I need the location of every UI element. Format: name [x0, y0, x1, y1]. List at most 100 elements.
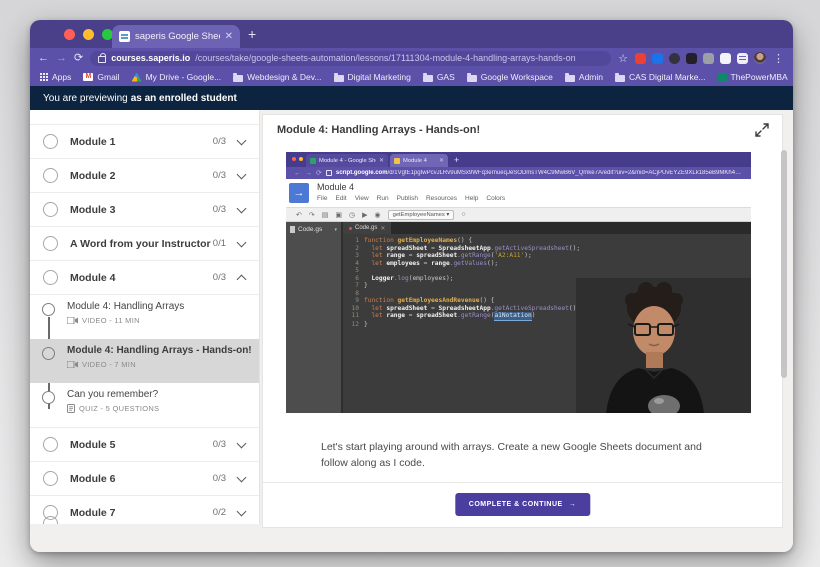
forward-icon[interactable]: → — [56, 53, 67, 64]
sidebar-item-module-6[interactable]: Module 6 0/3 — [30, 462, 259, 496]
extension-icon[interactable] — [635, 53, 646, 64]
bookmark-gmail[interactable]: MGmail — [83, 72, 119, 82]
bookmark-folder[interactable]: Admin — [565, 72, 603, 82]
sidebar-item-module-7[interactable]: Module 7 0/2 — [30, 496, 259, 524]
menu-help: Help — [465, 195, 478, 202]
folder-icon — [467, 75, 477, 82]
browser-titlebar: saperis Google Sheets automa ✕ + — [30, 20, 793, 48]
extension-icon[interactable] — [652, 53, 663, 64]
sidebar-item-instructor-word[interactable]: A Word from your Instructor 0/1 — [30, 227, 259, 261]
gmail-icon: M — [83, 73, 93, 81]
code-line: 2 let spreadSheet = SpreadsheetApp.getAc… — [343, 245, 751, 253]
video-icon — [67, 361, 78, 368]
unsaved-dot-icon — [349, 227, 352, 230]
folder-icon — [565, 75, 575, 82]
video-player[interactable]: Module 4 - Google Sheets ✕ Module 4 ✕ + … — [286, 152, 751, 413]
bookmark-powermba[interactable]: ThePowerMBA — [718, 72, 788, 82]
preview-banner: You are previewing as an enrolled studen… — [30, 86, 793, 110]
folder-icon — [423, 75, 433, 82]
lesson-progress-circle-icon — [42, 347, 55, 360]
bookmark-drive[interactable]: My Drive - Google... — [132, 72, 222, 82]
progress-circle-icon — [43, 202, 58, 217]
sidebar-item-module-5[interactable]: Module 5 0/3 — [30, 428, 259, 462]
recorded-minimize-icon — [299, 157, 303, 161]
debug-icon: ◉ — [375, 211, 381, 219]
bookmark-folder[interactable]: Webdesign & Dev... — [233, 72, 321, 82]
chevron-down-icon[interactable] — [237, 203, 247, 213]
recorded-tab-script: Module 4 ✕ — [390, 154, 448, 167]
progress-circle-icon — [43, 236, 58, 251]
chevron-up-icon[interactable] — [237, 274, 247, 284]
sidebar-item-module-4[interactable]: Module 4 0/3 — [30, 261, 259, 295]
menu-resources: Resources — [426, 195, 457, 202]
script-menu-bar: File Edit View Run Publish Resources Hel… — [317, 195, 505, 202]
code-line: 4 let employees = range.getValues(); — [343, 260, 751, 268]
chevron-down-icon[interactable] — [237, 135, 247, 145]
minimize-window-button[interactable] — [83, 29, 94, 40]
extension-icon[interactable] — [737, 53, 748, 64]
bookmark-folder[interactable]: Digital Marketing — [334, 72, 411, 82]
curriculum-sidebar: Module 1 0/3 Module 2 0/3 Module 3 0/3 — [30, 110, 260, 524]
close-window-button[interactable] — [64, 29, 75, 40]
apps-script-header: → Module 4 File Edit View Run Publish Re… — [286, 179, 751, 207]
reload-icon[interactable]: ⟳ — [74, 53, 83, 64]
file-item-codegs: Code.gs ▾ — [286, 222, 341, 233]
lesson-handling-arrays-hands-on[interactable]: Module 4: Handling Arrays - Hands-on! VI… — [30, 339, 259, 383]
profile-avatar[interactable] — [754, 52, 766, 64]
lesson-meta: QUIZ - 5 QUESTIONS — [79, 404, 159, 413]
bookmark-apps[interactable]: Apps — [40, 72, 71, 82]
chrome-menu-icon[interactable]: ⋮ — [773, 52, 785, 65]
apps-script-icon — [394, 158, 400, 164]
sidebar-item-module-2[interactable]: Module 2 0/3 — [30, 159, 259, 193]
bookmark-folder[interactable]: GAS — [423, 72, 455, 82]
tab-title: saperis Google Sheets automa — [135, 31, 220, 42]
bookmark-folder[interactable]: CAS Digital Marke... — [615, 72, 706, 82]
tab-favicon-icon — [119, 31, 130, 42]
progress-count: 0/3 — [213, 272, 226, 283]
progress-circle-icon — [43, 437, 58, 452]
extension-icon[interactable] — [686, 53, 697, 64]
menu-edit: Edit — [335, 195, 346, 202]
history-icon: ◷ — [349, 211, 355, 219]
extension-icon[interactable] — [703, 53, 714, 64]
script-logo-icon: → — [289, 183, 309, 203]
course-page: Module 1 0/3 Module 2 0/3 Module 3 0/3 — [30, 110, 793, 552]
editor-tab-codegs: Code.gs ✕ — [343, 222, 391, 234]
extensions-puzzle-icon[interactable] — [720, 53, 731, 64]
lesson-card: Module 4: Handling Arrays - Hands-on! — [262, 114, 783, 528]
lesson-description: Let's start playing around with arrays. … — [321, 439, 723, 472]
lesson-handling-arrays[interactable]: Module 4: Handling Arrays VIDEO - 11 MIN — [30, 295, 259, 339]
save-icon: ▣ — [335, 211, 342, 219]
progress-count: 0/3 — [213, 439, 226, 450]
chevron-down-icon[interactable] — [237, 169, 247, 179]
new-tab-button[interactable]: + — [248, 26, 256, 42]
sidebar-item-module-3[interactable]: Module 3 0/3 — [30, 193, 259, 227]
tab-close-icon[interactable]: ✕ — [225, 31, 233, 42]
menu-run: Run — [377, 195, 389, 202]
page-scrollbar-thumb[interactable] — [781, 150, 787, 378]
bookmark-star-icon[interactable]: ☆ — [618, 52, 628, 65]
progress-count: 0/3 — [213, 170, 226, 181]
progress-circle-icon — [43, 270, 58, 285]
fullscreen-expand-icon[interactable] — [754, 122, 770, 138]
chevron-down-icon[interactable] — [237, 237, 247, 247]
browser-tab[interactable]: saperis Google Sheets automa ✕ — [112, 25, 240, 48]
lesson-progress-circle-icon — [42, 303, 55, 316]
script-editor: Code.gs ▾ Code.gs ✕ — [286, 222, 751, 413]
url-field[interactable]: courses.saperis.io/courses/take/google-s… — [90, 51, 611, 66]
folder-icon — [334, 75, 344, 82]
run-icon: ▶ — [362, 211, 367, 219]
function-select: getEmployeeNames ▾ — [388, 210, 455, 220]
url-domain: courses.saperis.io — [111, 53, 190, 63]
back-icon[interactable]: ← — [38, 53, 49, 64]
complete-continue-button[interactable]: COMPLETE & CONTINUE→ — [455, 493, 590, 516]
chevron-down-icon[interactable] — [237, 472, 247, 482]
menu-view: View — [355, 195, 369, 202]
bookmark-folder[interactable]: Google Workspace — [467, 72, 553, 82]
chevron-down-icon[interactable] — [237, 438, 247, 448]
lesson-quiz-can-you-remember[interactable]: Can you remember? QUIZ - 5 QUESTIONS — [30, 383, 259, 427]
extension-icon[interactable] — [669, 53, 680, 64]
chevron-down-icon[interactable] — [237, 506, 247, 516]
sidebar-item-module-1[interactable]: Module 1 0/3 — [30, 124, 259, 159]
menu-file: File — [317, 195, 327, 202]
